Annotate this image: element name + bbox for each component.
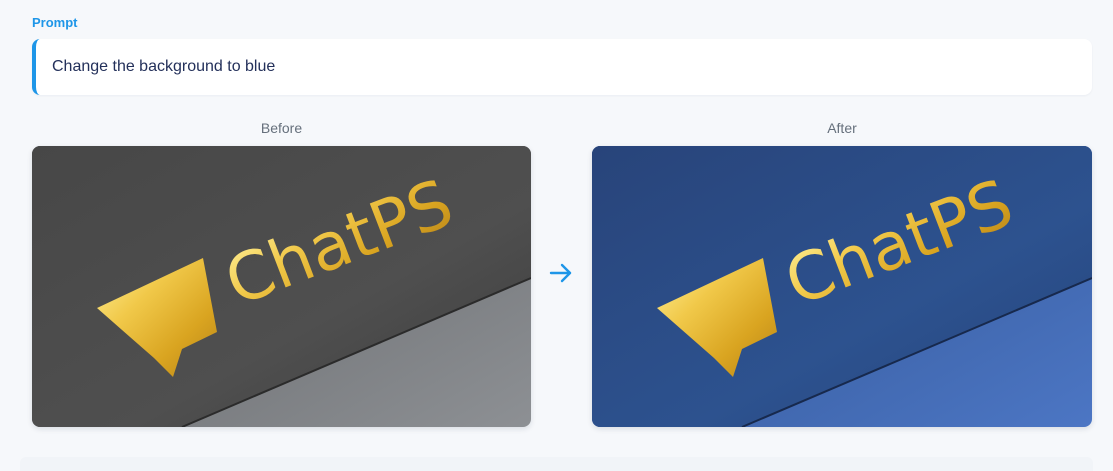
before-image: ChatPS: [32, 146, 531, 427]
bottom-divider: [20, 457, 1093, 471]
prompt-heading: Prompt: [32, 15, 78, 30]
prompt-box: Change the background to blue: [32, 39, 1092, 95]
arrow-right-icon: [548, 261, 574, 285]
edit-comparison-view: Prompt Change the background to blue Bef…: [0, 0, 1113, 471]
before-label: Before: [260, 120, 303, 136]
prompt-text: Change the background to blue: [52, 58, 276, 75]
after-label: After: [827, 120, 857, 136]
after-image: ChatPS: [592, 146, 1092, 427]
